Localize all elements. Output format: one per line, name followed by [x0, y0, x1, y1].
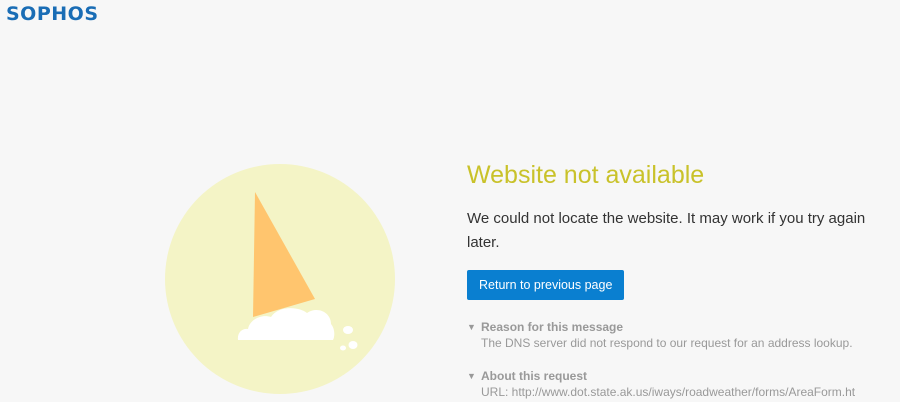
- request-url-text: URL: http://www.dot.state.ak.us/iways/ro…: [481, 385, 856, 399]
- error-message: We could not locate the website. It may …: [467, 210, 866, 251]
- ice-cream-drop-3: [340, 345, 346, 351]
- reason-text: The DNS server did not respond to our re…: [481, 336, 853, 350]
- about-request-toggle[interactable]: ▼ About this request: [467, 368, 887, 384]
- error-content: Website not available We could not locat…: [467, 158, 887, 400]
- sophos-logo: SOPHOS: [6, 3, 99, 25]
- about-request-heading: About this request: [481, 369, 588, 383]
- ice-cream-drop-2: [348, 341, 358, 349]
- error-title: Website not available: [467, 161, 705, 189]
- reason-heading: Reason for this message: [481, 320, 624, 334]
- reason-section: ▼ Reason for this message The DNS server…: [467, 319, 887, 351]
- reason-toggle[interactable]: ▼ Reason for this message: [467, 319, 887, 335]
- return-to-previous-page-button[interactable]: Return to previous page: [467, 270, 625, 300]
- ice-cream-drop-1: [343, 326, 353, 334]
- error-page: SOPHOS Website not available We could no…: [0, 0, 900, 402]
- dropped-ice-cream-cone-icon: [165, 164, 395, 394]
- about-request-section: ▼ About this request URL: http://www.dot…: [467, 368, 887, 400]
- chevron-down-icon: ▼: [467, 371, 476, 381]
- chevron-down-icon: ▼: [467, 322, 476, 332]
